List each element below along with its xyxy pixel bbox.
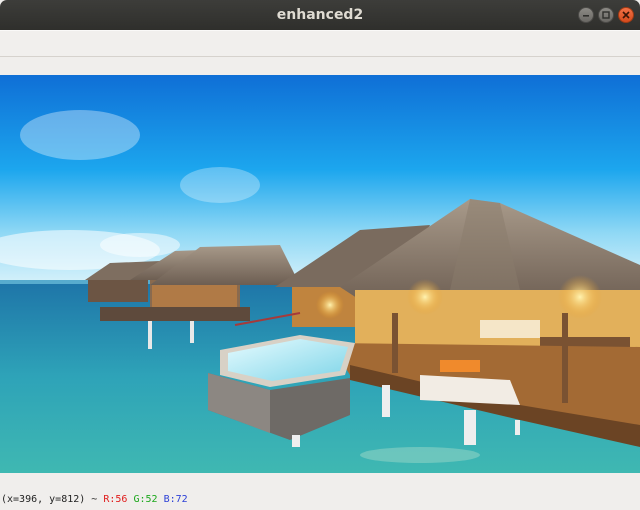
window-title: enhanced2 [276,7,364,23]
status-bar: (x=396, y=812) ~ R:56 G:52 B:72 [0,490,640,510]
red-value: R:56 [103,494,128,505]
title-bar[interactable]: enhanced2 [0,0,640,30]
maximize-icon [602,11,610,19]
maximize-button[interactable] [598,7,614,23]
close-button[interactable] [618,7,634,23]
minimize-button[interactable] [578,7,594,23]
minimize-icon [583,15,589,17]
image-canvas[interactable] [0,75,640,473]
close-icon [622,11,630,19]
image-icon [0,75,640,473]
toolbar [0,30,640,57]
green-value: G:52 [133,494,158,505]
blue-value: B:72 [163,494,188,505]
cursor-coords: (x=396, y=812) ~ [1,494,104,505]
